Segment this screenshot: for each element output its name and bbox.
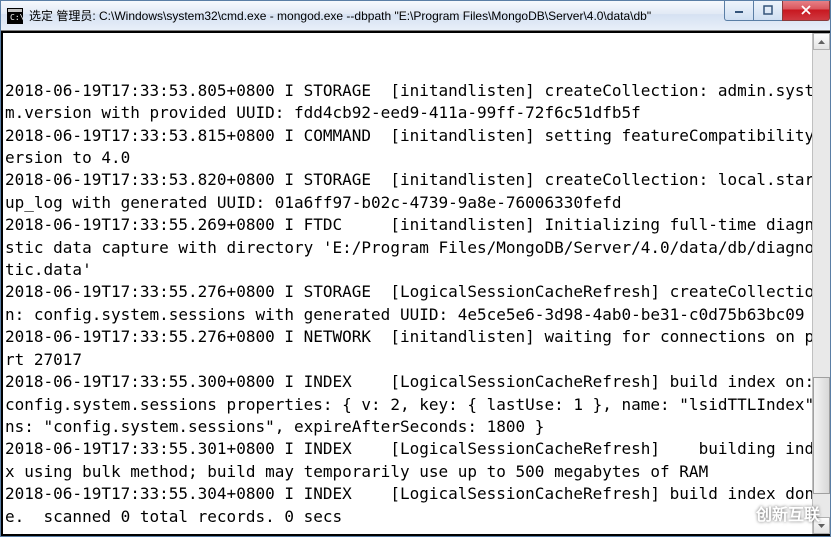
cmd-window: C:\ 选定 管理员: C:\Windows\system32\cmd.exe … xyxy=(0,0,831,537)
titlebar[interactable]: C:\ 选定 管理员: C:\Windows\system32\cmd.exe … xyxy=(1,1,830,31)
close-button[interactable] xyxy=(782,1,830,21)
svg-text:C:\: C:\ xyxy=(10,13,23,22)
maximize-button[interactable] xyxy=(753,1,783,21)
log-line: 2018-06-19T17:33:55.304+0800 I INDEX [Lo… xyxy=(5,483,826,528)
scroll-down-button[interactable] xyxy=(813,517,830,534)
log-line: 2018-06-19T17:33:55.276+0800 I STORAGE [… xyxy=(5,281,826,326)
cmd-icon: C:\ xyxy=(7,8,23,24)
scroll-up-button[interactable] xyxy=(813,33,830,50)
scroll-thumb[interactable] xyxy=(813,377,830,494)
log-line: 2018-06-19T17:33:53.805+0800 I STORAGE [… xyxy=(5,80,826,125)
log-line: 2018-06-19T17:33:55.300+0800 I INDEX [Lo… xyxy=(5,371,826,438)
scroll-track[interactable] xyxy=(813,50,830,517)
log-line: 2018-06-19T17:33:53.815+0800 I COMMAND [… xyxy=(5,125,826,170)
window-title: 选定 管理员: C:\Windows\system32\cmd.exe - mo… xyxy=(29,7,725,24)
minimize-button[interactable] xyxy=(724,1,754,21)
window-controls xyxy=(725,1,830,21)
log-line: 2018-06-19T17:33:55.269+0800 I FTDC [ini… xyxy=(5,214,826,281)
log-line: 2018-06-19T17:33:55.301+0800 I INDEX [Lo… xyxy=(5,438,826,483)
log-line: 2018-06-19T17:33:55.276+0800 I NETWORK [… xyxy=(5,326,826,371)
vertical-scrollbar[interactable] xyxy=(812,33,830,534)
log-line: 2018-06-19T17:33:53.820+0800 I STORAGE [… xyxy=(5,169,826,214)
console-output[interactable]: 2018-06-19T17:33:53.805+0800 I STORAGE [… xyxy=(1,31,830,536)
console-text: 2018-06-19T17:33:53.805+0800 I STORAGE [… xyxy=(5,80,826,528)
